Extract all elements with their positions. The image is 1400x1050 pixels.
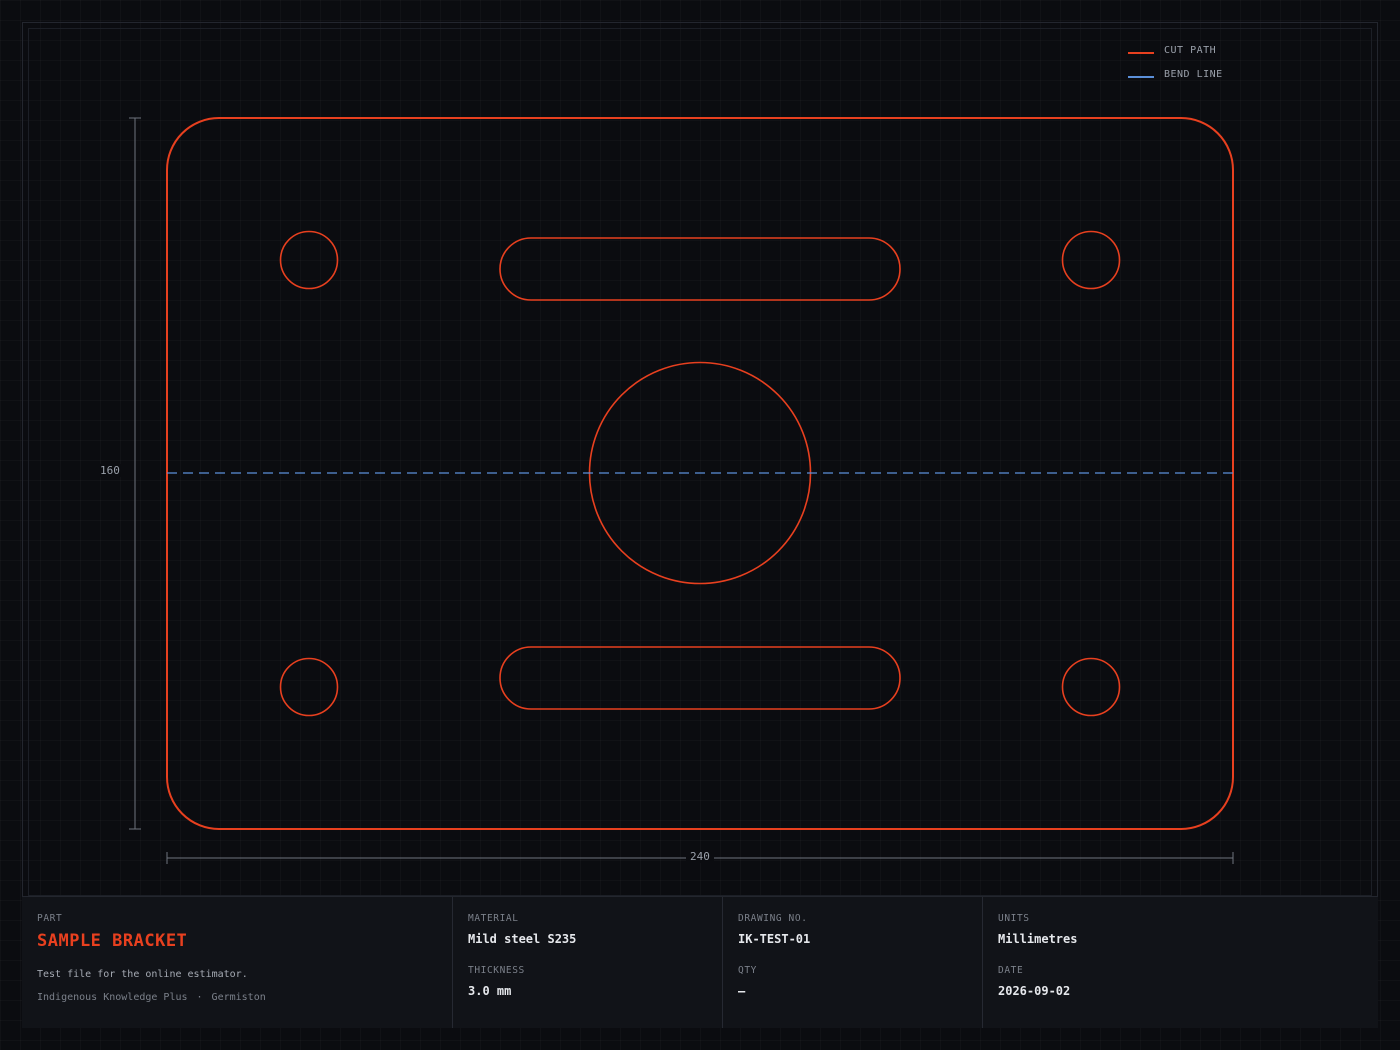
legend-bend-label: BEND LINE [1164,68,1223,80]
slot-top [499,237,901,301]
bend-line-swatch [1128,76,1154,78]
title-block-material: MATERIAL Mild steel S235 THICKNESS 3.0 m… [453,897,723,1028]
drawing-number-label: DRAWING No. [738,913,808,924]
qty-label: QTY [738,965,757,976]
material-label: MATERIAL [468,913,519,924]
legend: CUT PATH BEND LINE [1128,38,1223,86]
qty-value: — [738,984,746,998]
width-dimension-label: 240 [686,850,714,863]
thickness-label: THICKNESS [468,965,525,976]
title-block-drawing: DRAWING No. IK-TEST-01 QTY — [723,897,983,1028]
legend-bend-line: BEND LINE [1128,62,1223,86]
thickness-value: 3.0 mm [468,984,512,998]
cut-path-swatch [1128,52,1154,54]
footer-separator: · [196,992,203,1003]
date-value: 2026-09-02 [998,984,1071,998]
part-footer: Indigenous Knowledge Plus · Germiston [37,992,437,1003]
slot-bottom [499,646,901,710]
hole-top-left [279,230,339,290]
units-value: Millimetres [998,932,1078,946]
company-name: Indigenous Knowledge Plus [37,992,188,1003]
title-block-part: PART SAMPLE BRACKET Test file for the on… [22,897,453,1028]
drawing-page: 160 240 CUT PATH BEND LINE PART SAMPLE B… [0,0,1400,1050]
legend-cut-path: CUT PATH [1128,38,1223,62]
title-block: PART SAMPLE BRACKET Test file for the on… [22,896,1378,1028]
title-block-units: UNITS Millimetres DATE 2026-09-02 [983,897,1378,1028]
height-dimension-label: 160 [96,464,124,477]
legend-cut-label: CUT PATH [1164,44,1217,56]
material-value: Mild steel S235 [468,932,577,946]
date-label: DATE [998,965,1024,976]
part-description: Test file for the online estimator. [37,969,248,980]
company-location: Germiston [211,992,266,1003]
hole-top-right [1061,230,1121,290]
hole-bottom-left [279,657,339,717]
part-name: SAMPLE BRACKET [37,931,188,951]
hole-bottom-right [1061,657,1121,717]
units-label: UNITS [998,913,1030,924]
drawing-number-value: IK-TEST-01 [738,932,811,946]
part-label: PART [37,913,63,924]
part-drawing [129,117,1234,864]
